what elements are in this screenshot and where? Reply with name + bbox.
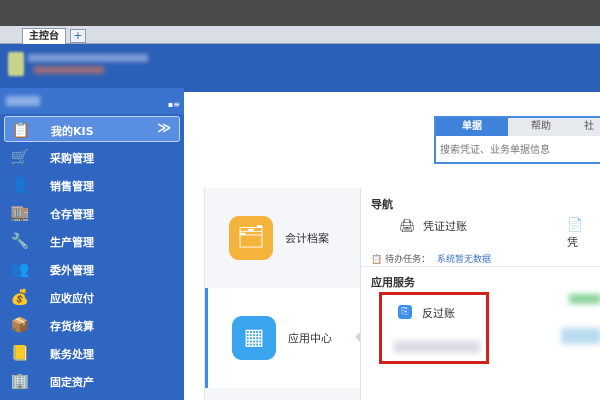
company-header [0,44,600,88]
top-title-bar [0,0,600,26]
sidebar-item-label: 固定资产 [50,376,94,389]
app-item-redacted [569,294,600,304]
search-tab-community[interactable]: 社 [574,118,600,136]
search-tabs: 单据 帮助 社 [436,118,600,136]
sidebar: ▪≡ 📋 我的KIS ≫ 🛒 采购管理 👤 销售管理 🏬 仓存管理 🔧 生产管理… [0,88,184,400]
grid-apps-icon: ▦ [232,316,276,360]
card-accounting-archive[interactable]: 🗂 会计档案 [205,188,361,288]
sidebar-item-purchase[interactable]: 🛒 采购管理 [4,144,180,170]
content-area: 导航 🖨 凭证过账 📄凭 📋 待办任务： 系统暂无数据 应用服务 ⎘ 反过账 [360,188,600,400]
sidebar-item-fixed-asset[interactable]: 🏢 固定资产 [4,368,180,394]
app-reverse-posting-highlighted[interactable]: ⎘ 反过账 [379,292,489,364]
production-icon: 🔧 [10,232,30,250]
sidebar-item-warehouse[interactable]: 🏬 仓存管理 [4,200,180,226]
nav-item-label: 凭证过账 [423,220,467,233]
warehouse-icon: 🏬 [10,204,30,222]
card-label: 应用中心 [288,332,332,345]
app-label: 反过账 [422,307,455,320]
search-input[interactable] [440,140,600,160]
user-kis-icon: 📋 [11,121,31,139]
nav-section-title: 导航 [371,198,393,211]
sidebar-header: ▪≡ [0,88,184,114]
app-service-title: 应用服务 [371,276,415,289]
main-top-border [184,88,600,92]
todo-label: 待办任务： [385,255,431,265]
sidebar-item-label: 销售管理 [50,180,94,193]
sidebar-item-label: 生产管理 [50,236,94,249]
search-tab-documents[interactable]: 单据 [436,118,508,136]
nav-item-label: 凭 [567,236,578,249]
module-card-panel: 🗂 会计档案 ▦ 应用中心 [204,188,362,400]
todo-icon: 📋 [371,255,383,265]
sidebar-item-label: 账务处理 [50,348,94,361]
folder-icon: 🗂 [229,216,273,260]
search-tab-help[interactable]: 帮助 [508,118,574,136]
nav-item-voucher-posting[interactable]: 🖨 凭证过账 [399,218,467,235]
sidebar-item-receivable[interactable]: 💰 应收应付 [4,284,180,310]
outsource-icon: 👥 [10,260,30,278]
fixed-asset-icon: 🏢 [10,372,30,390]
sidebar-item-label: 应收应付 [50,292,94,305]
main-panel: 单据 帮助 社 🗂 会计档案 ▦ 应用中心 导航 🖨凭证过账 📄凭 📋 待办任务… [184,88,600,400]
sales-icon: 👤 [10,176,30,194]
sidebar-header-redacted [6,96,40,106]
sidebar-item-accounting[interactable]: 📒 账务处理 [4,340,180,366]
section-divider [361,266,600,267]
accounting-icon: 📒 [10,344,30,362]
tab-main-console[interactable]: 主控台 [22,28,66,44]
reverse-posting-icon: ⎘ [398,305,412,319]
todo-tasks: 📋 待办任务： 系统暂无数据 [371,252,491,265]
document-icon: 📄 [567,218,584,233]
chevron-right-icon[interactable]: ≫ [157,121,171,136]
todo-value[interactable]: 系统暂无数据 [437,255,491,265]
sidebar-item-label: 委外管理 [50,264,94,277]
add-tab-button[interactable]: + [70,29,86,43]
tab-strip: 主控台 + [0,26,600,44]
sidebar-item-label: 仓存管理 [50,208,94,221]
nav-item-partial[interactable]: 📄凭 [567,218,600,250]
user-name-redacted [34,66,104,74]
company-name-redacted [28,54,148,62]
app-item-redacted [394,341,480,353]
sidebar-item-outsource[interactable]: 👥 委外管理 [4,256,180,282]
sidebar-item-inventory[interactable]: 📦 存货核算 [4,312,180,338]
sidebar-collapse-icon[interactable]: ▪≡ [168,100,180,109]
receivable-icon: 💰 [10,288,30,306]
inventory-icon: 📦 [10,316,30,334]
purchase-icon: 🛒 [10,148,30,166]
sidebar-item-label: 存货核算 [50,320,94,333]
voucher-posting-icon: 🖨 [399,219,416,234]
app-item-redacted [561,328,600,344]
sidebar-item-label: 采购管理 [50,152,94,165]
card-app-center[interactable]: ▦ 应用中心 [205,288,362,388]
card-label: 会计档案 [285,232,329,245]
sidebar-item-production[interactable]: 🔧 生产管理 [4,228,180,254]
sidebar-item-label: 我的KIS [51,125,94,138]
company-logo-redacted [8,52,24,76]
sidebar-item-sales[interactable]: 👤 销售管理 [4,172,180,198]
search-panel: 单据 帮助 社 [434,116,600,164]
sidebar-item-my-kis[interactable]: 📋 我的KIS ≫ [4,116,180,142]
